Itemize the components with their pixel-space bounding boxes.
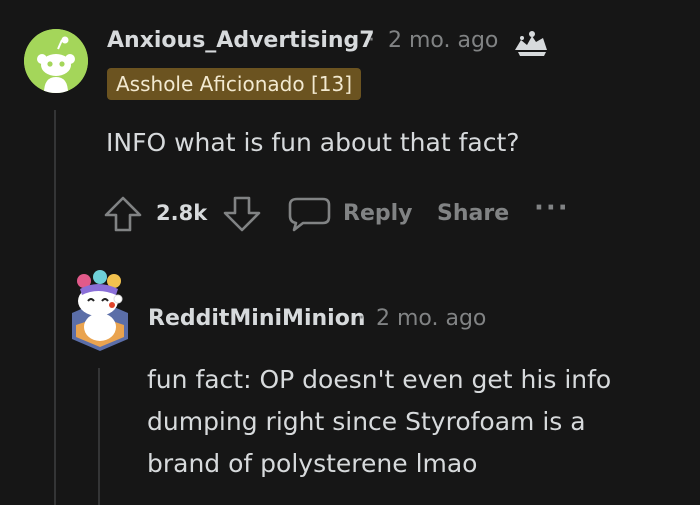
- comment-username[interactable]: RedditMiniMinion: [148, 306, 365, 331]
- reply-button[interactable]: Reply: [287, 193, 415, 235]
- award-icon[interactable]: [512, 28, 550, 58]
- comment-timestamp[interactable]: 2 mo. ago: [376, 306, 486, 331]
- upvote-button[interactable]: [103, 195, 143, 233]
- thread-line-main[interactable]: [54, 110, 56, 505]
- snoo-custom-avatar-icon: [72, 270, 128, 351]
- downvote-arrow-icon: [223, 196, 261, 232]
- vote-score: 2.8k: [156, 201, 208, 225]
- downvote-button[interactable]: [222, 195, 262, 233]
- user-flair: Asshole Aficionado [13]: [107, 68, 361, 100]
- avatar[interactable]: [24, 29, 88, 93]
- meta-separator: ·: [368, 28, 375, 53]
- comment-body-line: brand of polysterene lmao: [147, 449, 478, 478]
- reply-label: Reply: [343, 201, 413, 226]
- comment-timestamp[interactable]: 2 mo. ago: [388, 28, 498, 53]
- comment-bubble-icon: [288, 197, 331, 232]
- more-options-icon[interactable]: ···: [534, 193, 570, 223]
- comment-body: fun fact: OP doesn't even get his info d…: [147, 359, 687, 485]
- comment-body-line: dumping right since Styrofoam is a: [147, 407, 586, 436]
- upvote-arrow-icon: [104, 196, 142, 232]
- comment-body: INFO what is fun about that fact?: [106, 128, 520, 157]
- avatar[interactable]: [66, 265, 134, 353]
- comment-username[interactable]: Anxious_Advertising7: [107, 28, 375, 53]
- share-button[interactable]: Share: [437, 201, 509, 226]
- comment-body-line: fun fact: OP doesn't even get his info: [147, 365, 612, 394]
- thread-line-reply[interactable]: [98, 368, 100, 505]
- meta-separator: ·: [358, 306, 365, 331]
- snoo-avatar-icon: [24, 29, 88, 93]
